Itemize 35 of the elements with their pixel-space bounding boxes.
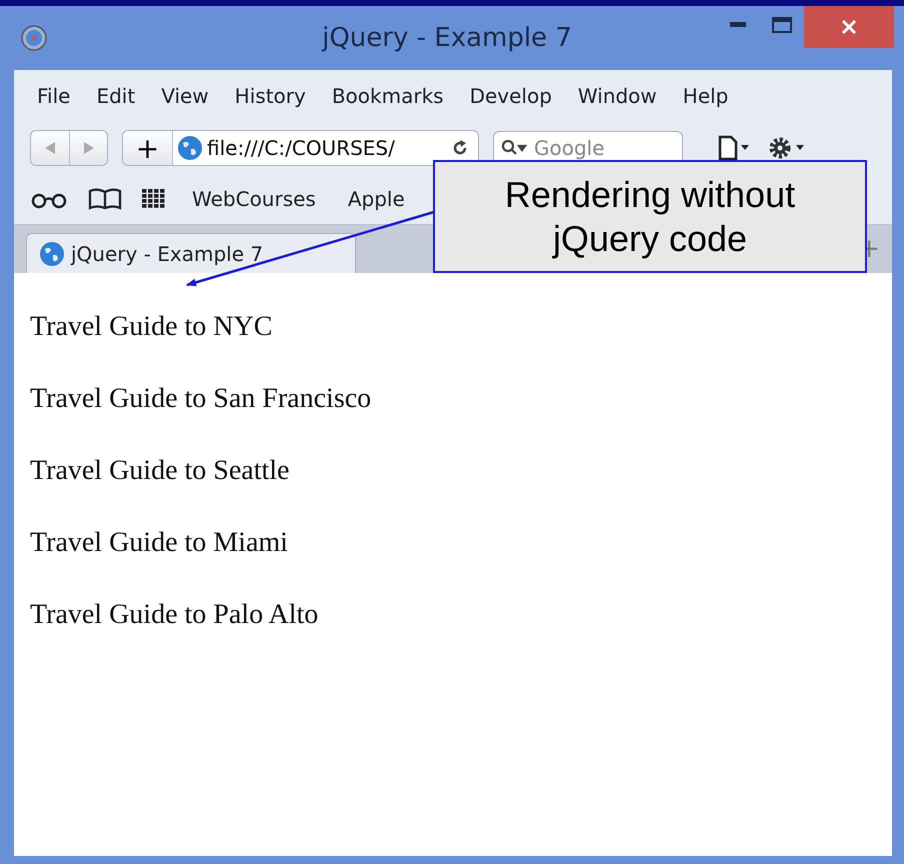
left-triangle-icon xyxy=(44,141,56,155)
menu-item[interactable]: Develop xyxy=(456,84,565,108)
close-icon xyxy=(840,18,858,36)
page-text: Travel Guide to San Francisco xyxy=(30,382,372,416)
grid-icon[interactable] xyxy=(142,188,166,210)
page-text: Travel Guide to Palo Alto xyxy=(30,598,320,632)
menu-item[interactable]: Edit xyxy=(83,84,148,108)
add-bookmark-button[interactable]: + xyxy=(123,131,173,165)
close-button[interactable] xyxy=(804,6,894,48)
minimize-icon xyxy=(730,22,746,28)
bookmark-link[interactable]: WebCourses xyxy=(186,187,322,211)
page-text: Travel Guide to Seattle xyxy=(30,454,290,488)
book-icon[interactable] xyxy=(88,188,122,210)
page-text: Travel Guide to Miami xyxy=(30,526,289,560)
menu-item[interactable]: File xyxy=(24,84,84,108)
gear-icon[interactable] xyxy=(767,135,807,161)
bookmark-link[interactable]: Apple xyxy=(342,187,411,211)
menu-item[interactable]: Window xyxy=(564,84,670,108)
address-field[interactable]: + file:///C:/COURSES/ xyxy=(122,130,479,166)
search-icon[interactable] xyxy=(501,139,527,157)
menu-item[interactable]: Help xyxy=(670,84,742,108)
browser-tab[interactable]: jQuery - Example 7 xyxy=(26,233,356,273)
menu-item[interactable]: History xyxy=(222,84,319,108)
window-title: jQuery - Example 7 xyxy=(320,23,573,53)
menu-item[interactable]: View xyxy=(148,84,222,108)
url-text: file:///C:/COURSES/ xyxy=(206,136,396,160)
globe-icon xyxy=(39,240,65,266)
compass-icon xyxy=(20,24,48,52)
globe-icon xyxy=(177,135,203,161)
callout-tooltip: Rendering without jQuery code xyxy=(433,160,867,273)
page-text: Travel Guide to NYC xyxy=(30,310,274,344)
page-menu-icon[interactable] xyxy=(717,135,751,161)
right-triangle-icon xyxy=(82,141,94,155)
menu-item[interactable]: Bookmarks xyxy=(318,84,457,108)
maximize-icon xyxy=(772,17,792,33)
